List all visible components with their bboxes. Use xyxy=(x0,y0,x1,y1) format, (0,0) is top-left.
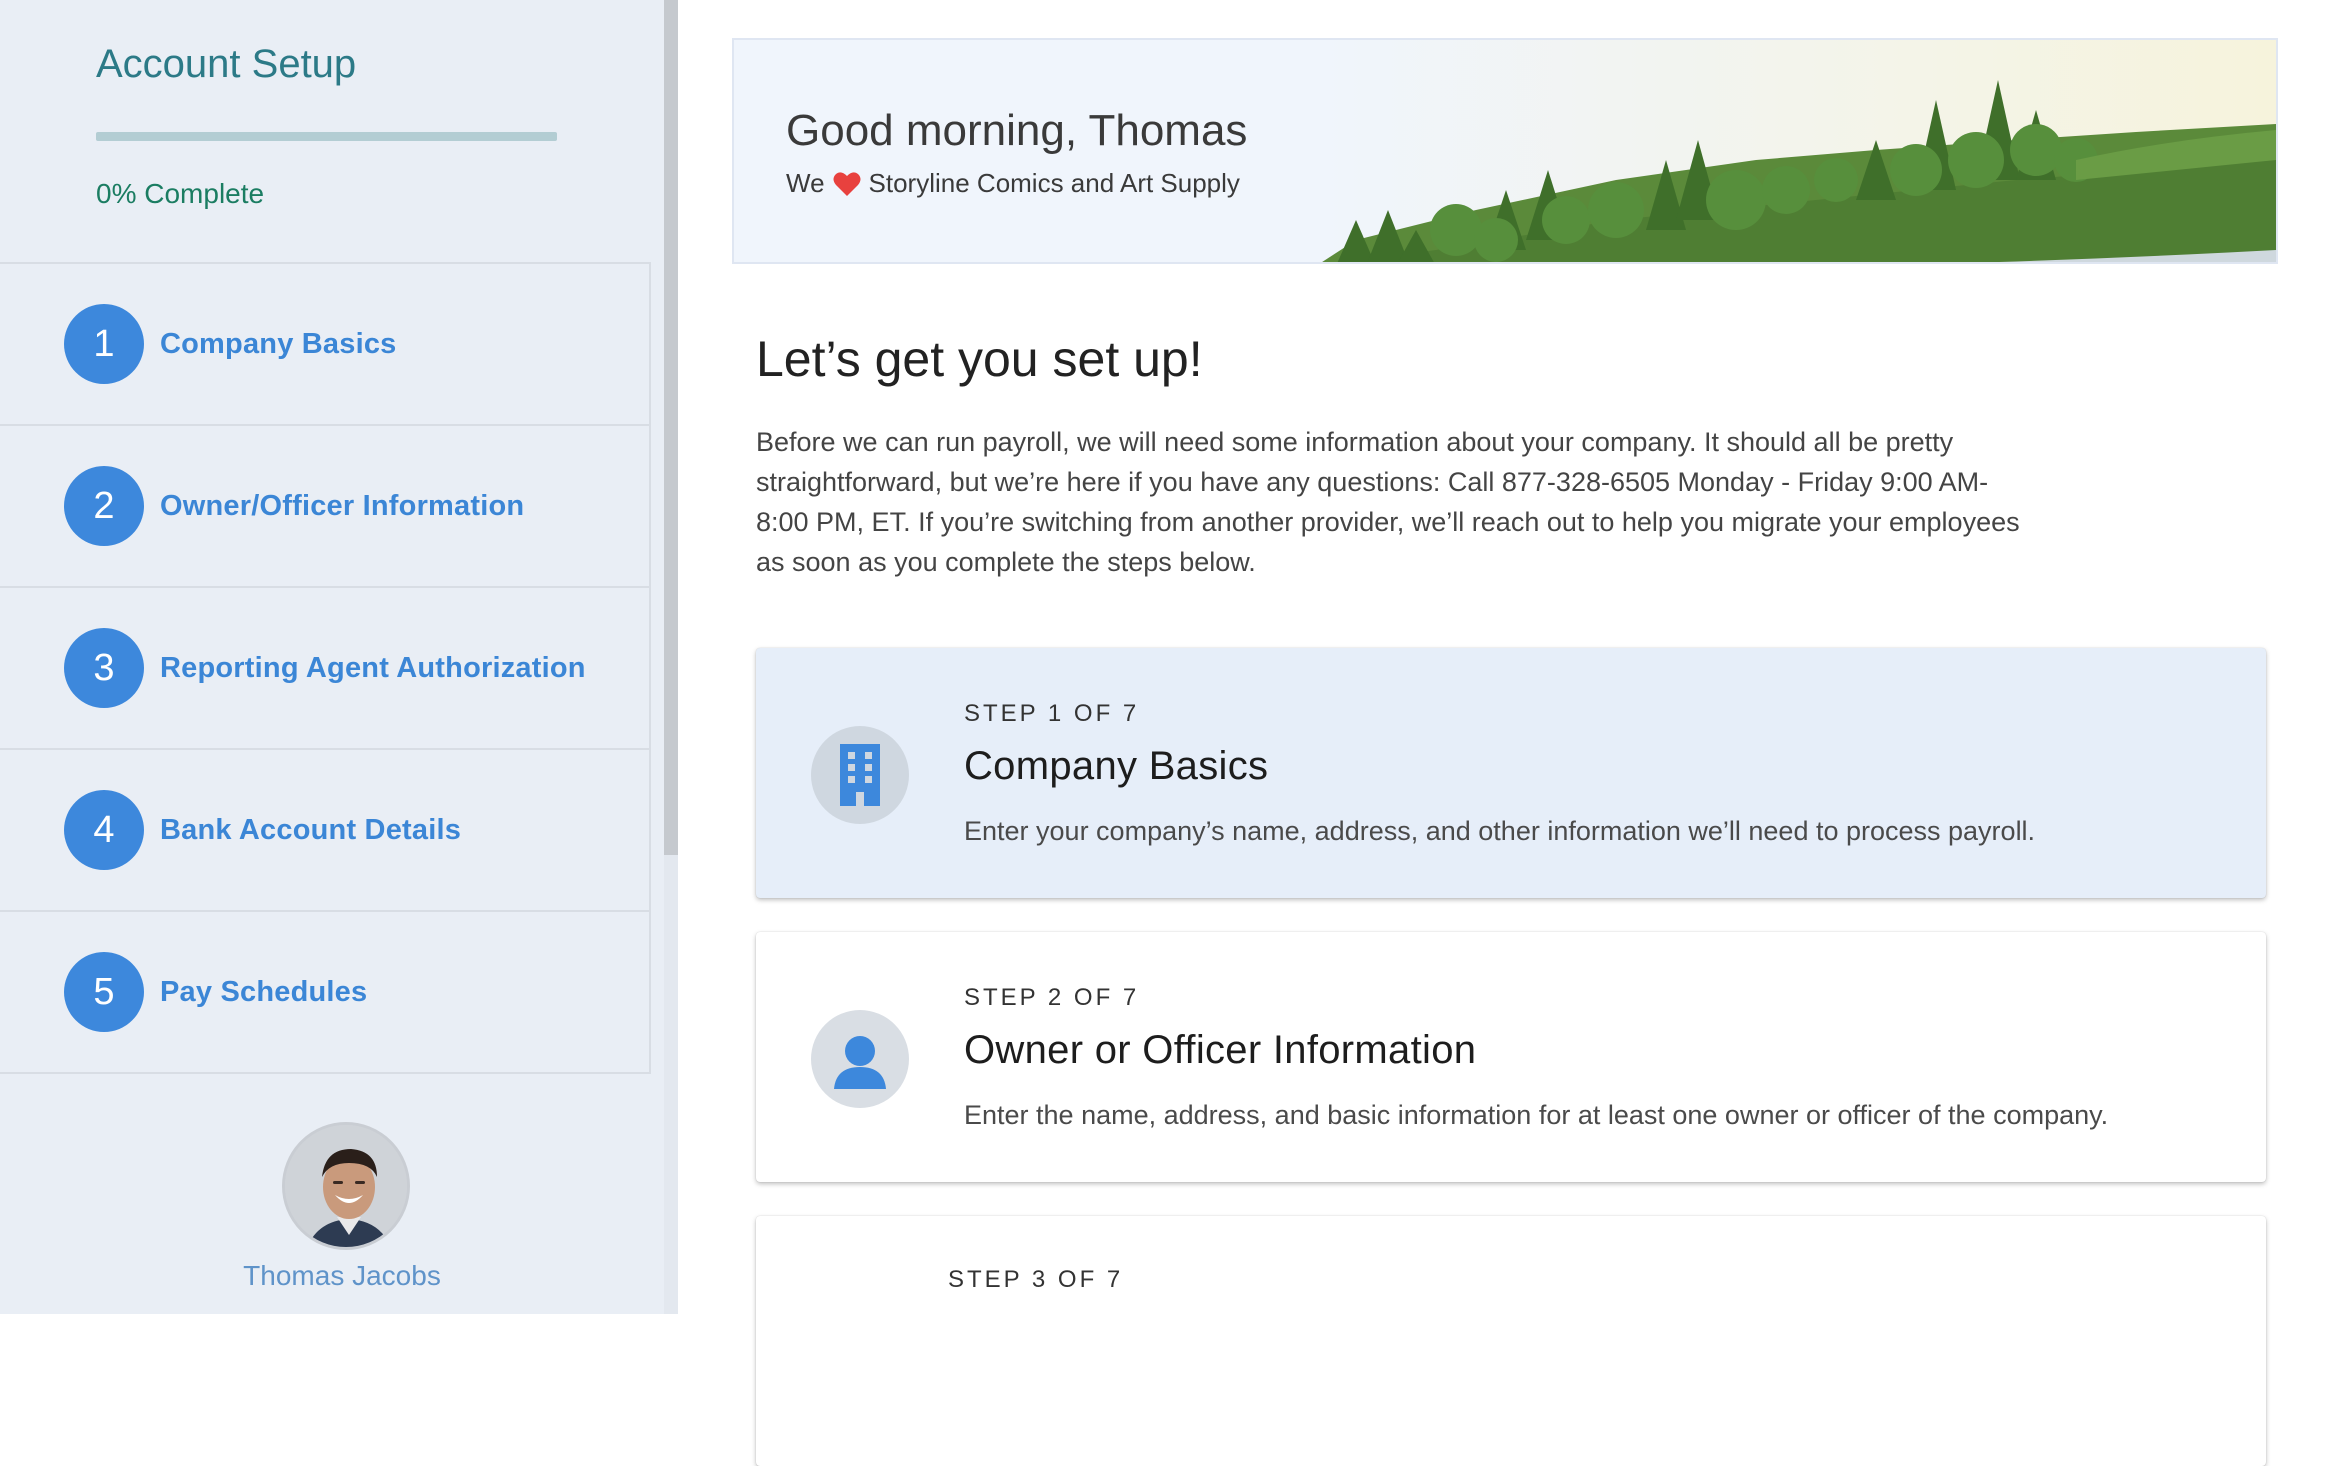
step-number-badge: 5 xyxy=(64,952,144,1032)
sidebar-step-label: Pay Schedules xyxy=(160,975,368,1008)
welcome-banner: Good morning, Thomas We Storyline Comics… xyxy=(732,38,2278,264)
sidebar-step-label: Company Basics xyxy=(160,327,397,360)
step-number-badge: 2 xyxy=(64,466,144,546)
step-kicker: STEP 3 OF 7 xyxy=(948,1266,1124,1293)
step-title: Company Basics xyxy=(964,744,1269,788)
step-number-badge: 1 xyxy=(64,304,144,384)
building-icon xyxy=(811,726,909,824)
setup-steps-nav: 1 Company Basics 2 Owner/Officer Informa… xyxy=(0,262,651,1074)
step-card-reporting-agent[interactable]: STEP 3 OF 7 xyxy=(756,1216,2266,1466)
sidebar-step-reporting-agent[interactable]: 3 Reporting Agent Authorization xyxy=(0,588,651,750)
company-love-line: We Storyline Comics and Art Supply xyxy=(786,168,1240,199)
sidebar-step-owner-officer[interactable]: 2 Owner/Officer Information xyxy=(0,426,651,588)
step-title: Owner or Officer Information xyxy=(964,1028,1477,1072)
sidebar-step-company-basics[interactable]: 1 Company Basics xyxy=(0,264,651,426)
forest-illustration xyxy=(1316,40,2276,262)
page-heading: Let’s get you set up! xyxy=(756,331,1203,387)
sidebar-step-pay-schedules[interactable]: 5 Pay Schedules xyxy=(0,912,651,1074)
sidebar-step-label: Owner/Officer Information xyxy=(160,489,525,522)
heart-icon xyxy=(833,171,861,197)
main-content: Good morning, Thomas We Storyline Comics… xyxy=(678,0,2330,1466)
sidebar-scrollbar-thumb[interactable] xyxy=(664,0,678,855)
sidebar-step-label: Reporting Agent Authorization xyxy=(160,651,586,684)
step-kicker: STEP 2 OF 7 xyxy=(964,984,1140,1011)
progress-text: 0% Complete xyxy=(96,178,265,209)
company-name: Storyline Comics and Art Supply xyxy=(868,168,1240,198)
step-card-company-basics[interactable]: STEP 1 OF 7 Company Basics Enter your co… xyxy=(756,648,2266,898)
step-description: Enter the name, address, and basic infor… xyxy=(964,1100,2109,1130)
person-icon xyxy=(811,1010,909,1108)
step-kicker: STEP 1 OF 7 xyxy=(964,700,1140,727)
user-name: Thomas Jacobs xyxy=(243,1260,441,1291)
setup-progress-bar xyxy=(96,132,557,141)
love-prefix: We xyxy=(786,168,825,198)
sidebar-step-bank-account[interactable]: 4 Bank Account Details xyxy=(0,750,651,912)
step-number-badge: 4 xyxy=(64,790,144,870)
greeting-text: Good morning, Thomas xyxy=(786,106,1248,155)
step-card-owner-officer[interactable]: STEP 2 OF 7 Owner or Officer Information… xyxy=(756,932,2266,1182)
sidebar-step-label: Bank Account Details xyxy=(160,813,462,846)
sidebar: Account Setup 0% Complete 1 Company Basi… xyxy=(0,0,678,1314)
step-number-badge: 3 xyxy=(64,628,144,708)
intro-paragraph: Before we can run payroll, we will need … xyxy=(756,427,2020,577)
avatar[interactable] xyxy=(282,1122,410,1250)
step-description: Enter your company’s name, address, and … xyxy=(964,816,2036,846)
user-profile[interactable]: Thomas Jacobs xyxy=(0,1100,678,1314)
sidebar-title: Account Setup xyxy=(96,42,357,86)
